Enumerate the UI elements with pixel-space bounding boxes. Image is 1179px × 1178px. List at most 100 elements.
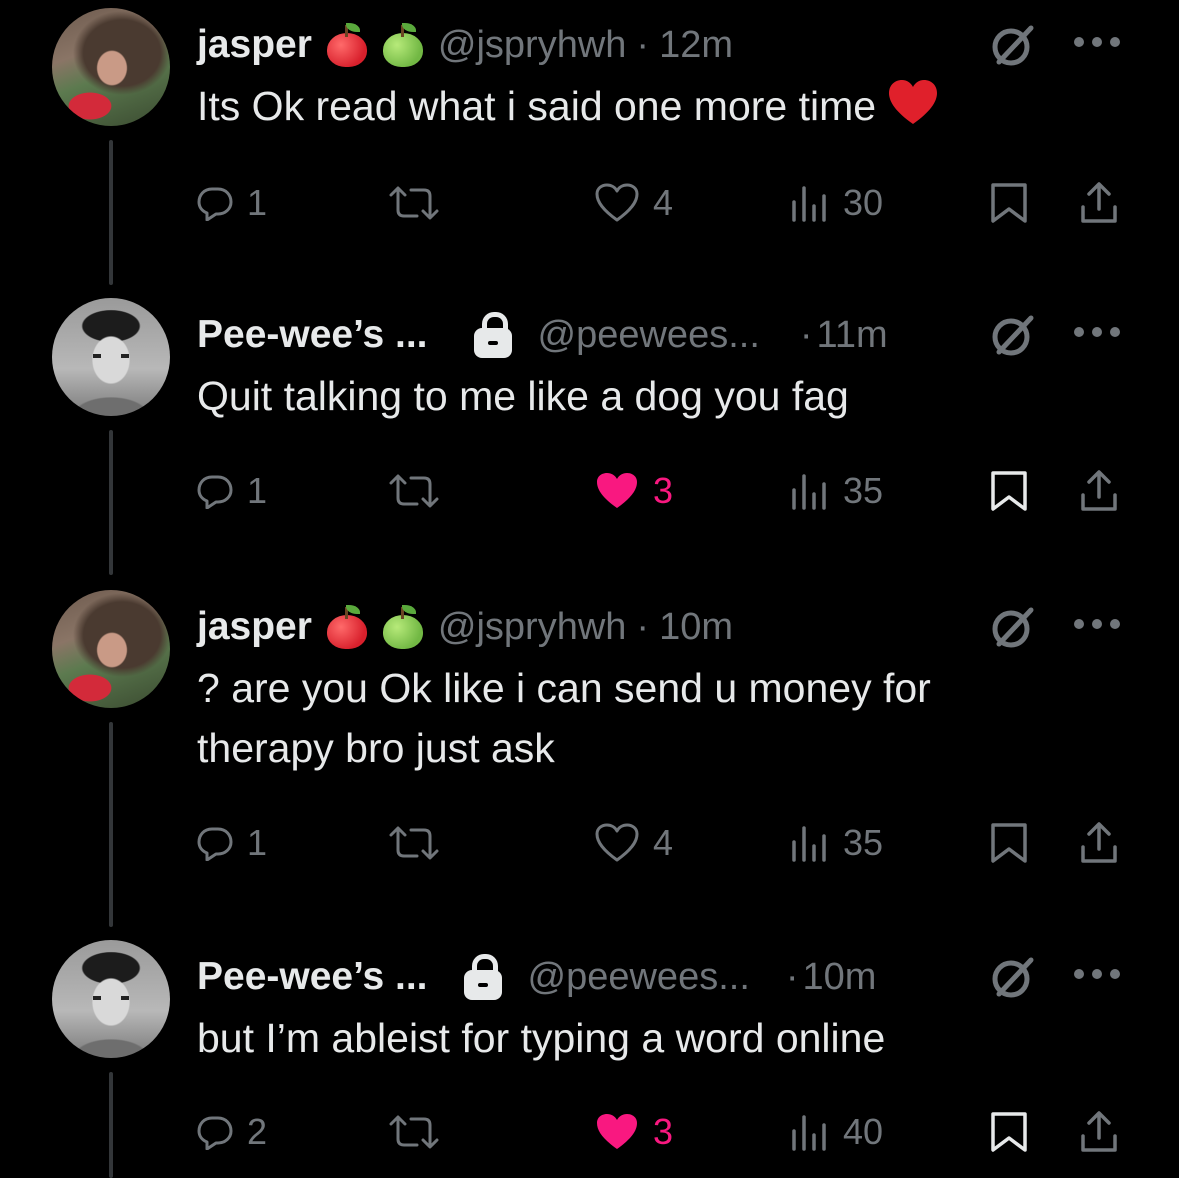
share-icon	[1081, 1111, 1117, 1152]
red-apple-emoji-icon	[326, 23, 368, 67]
reply-button[interactable]: 1	[197, 818, 267, 868]
grok-icon[interactable]	[989, 954, 1035, 1000]
share-icon	[1081, 470, 1117, 511]
heart-outline-icon	[595, 823, 639, 862]
timestamp[interactable]: 11m	[817, 314, 888, 357]
heart-outline-icon	[595, 183, 639, 222]
like-button[interactable]: 3	[595, 1107, 673, 1157]
timestamp[interactable]: 10m	[803, 956, 877, 999]
lock-icon	[463, 954, 502, 1000]
repost-icon	[389, 826, 439, 860]
tweet-header: jasper @jspryhwh · 12m	[197, 18, 1127, 72]
repost-button[interactable]	[387, 1107, 441, 1157]
reply-count: 2	[247, 1111, 268, 1152]
red-heart-emoji-icon	[889, 80, 938, 124]
bookmark-button[interactable]	[989, 466, 1029, 516]
views-button[interactable]: 35	[789, 466, 883, 516]
user-handle[interactable]: @peewees...	[528, 956, 750, 999]
views-icon	[792, 186, 826, 222]
more-options-icon[interactable]	[1071, 964, 1123, 984]
grok-icon[interactable]	[989, 312, 1035, 358]
lock-icon	[473, 312, 512, 358]
reply-icon	[197, 187, 233, 221]
reply-button[interactable]: 1	[197, 178, 267, 228]
share-button[interactable]	[1079, 466, 1119, 516]
repost-button[interactable]	[387, 178, 441, 228]
like-button[interactable]: 4	[595, 818, 673, 868]
repost-icon	[389, 1115, 439, 1149]
grok-icon[interactable]	[989, 604, 1035, 650]
repost-icon	[389, 474, 439, 508]
like-count: 3	[653, 470, 674, 511]
tweet-actions: 2 3 40	[197, 1107, 1127, 1157]
views-count: 35	[843, 470, 884, 511]
bookmark-button[interactable]	[989, 818, 1029, 868]
more-options-icon[interactable]	[1071, 614, 1123, 634]
tweet-text: ? are you Ok like i can send u money for…	[197, 658, 1017, 778]
separator-dot: ·	[785, 955, 799, 998]
views-button[interactable]: 35	[789, 818, 883, 868]
user-handle[interactable]: @peewees...	[538, 314, 760, 357]
views-count: 30	[843, 182, 884, 223]
tweet-text-content: ? are you Ok like i can send u money for…	[197, 665, 931, 771]
display-name[interactable]: jasper	[197, 605, 312, 649]
bookmark-icon	[991, 471, 1027, 511]
user-handle[interactable]: @jspryhwh	[438, 606, 627, 649]
avatar[interactable]	[52, 8, 170, 126]
views-icon	[792, 826, 826, 862]
share-button[interactable]	[1079, 818, 1119, 868]
tweet-actions: 1 3 35	[197, 466, 1127, 516]
red-apple-emoji-icon	[326, 605, 368, 649]
share-button[interactable]	[1079, 1107, 1119, 1157]
display-name[interactable]: Pee-wee’s ...	[197, 313, 428, 357]
share-button[interactable]	[1079, 178, 1119, 228]
separator-dot: ·	[636, 23, 650, 66]
avatar[interactable]	[52, 940, 170, 1058]
share-icon	[1081, 822, 1117, 863]
user-handle[interactable]: @jspryhwh	[438, 24, 627, 67]
like-count: 3	[653, 1111, 674, 1152]
green-apple-emoji-icon	[382, 23, 424, 67]
views-count: 35	[843, 822, 884, 863]
avatar[interactable]	[52, 590, 170, 708]
green-apple-emoji-icon	[382, 605, 424, 649]
like-button[interactable]: 4	[595, 178, 673, 228]
reply-count: 1	[247, 470, 268, 511]
repost-button[interactable]	[387, 466, 441, 516]
timestamp[interactable]: 12m	[659, 24, 733, 67]
like-count: 4	[653, 822, 674, 863]
more-options-icon[interactable]	[1071, 32, 1123, 52]
avatar[interactable]	[52, 298, 170, 416]
heart-filled-icon	[597, 1114, 637, 1149]
repost-button[interactable]	[387, 818, 441, 868]
display-name[interactable]: Pee-wee’s ...	[197, 955, 428, 999]
tweet-text: Quit talking to me like a dog you fag	[197, 366, 1097, 426]
views-button[interactable]: 40	[789, 1107, 883, 1157]
reply-icon	[197, 475, 233, 509]
reply-button[interactable]: 2	[197, 1107, 267, 1157]
views-button[interactable]: 30	[789, 178, 883, 228]
bookmark-button[interactable]	[989, 1107, 1029, 1157]
like-button[interactable]: 3	[595, 466, 673, 516]
tweet-actions: 1 4 35	[197, 818, 1127, 868]
display-name[interactable]: jasper	[197, 23, 312, 67]
separator-dot: ·	[799, 313, 813, 356]
reply-icon	[197, 827, 233, 861]
grok-icon[interactable]	[989, 22, 1035, 68]
tweet-text: Its Ok read what i said one more time	[197, 76, 1097, 136]
separator-dot: ·	[636, 605, 650, 648]
reply-icon	[197, 1116, 233, 1150]
share-icon	[1081, 182, 1117, 223]
bookmark-button[interactable]	[989, 178, 1029, 228]
views-icon	[792, 1115, 826, 1151]
tweet-text: but I’m ableist for typing a word online	[197, 1008, 1097, 1068]
thread-line	[109, 722, 113, 927]
tweet-text-content: Quit talking to me like a dog you fag	[197, 373, 849, 419]
more-options-icon[interactable]	[1071, 322, 1123, 342]
tweet-text-content: Its Ok read what i said one more time	[197, 83, 877, 129]
bookmark-icon	[991, 183, 1027, 223]
reply-count: 1	[247, 822, 268, 863]
views-icon	[792, 474, 826, 510]
reply-button[interactable]: 1	[197, 466, 267, 516]
timestamp[interactable]: 10m	[659, 606, 733, 649]
